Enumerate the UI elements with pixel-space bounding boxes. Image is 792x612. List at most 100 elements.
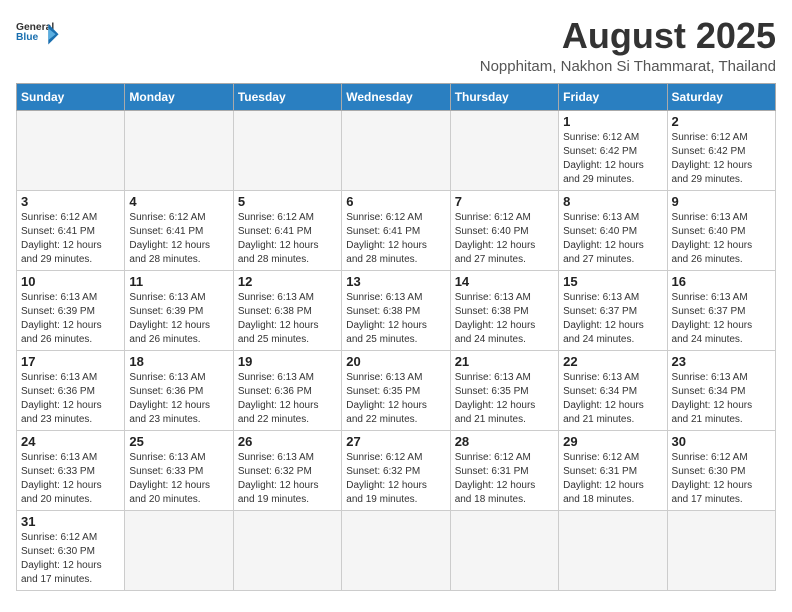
calendar-cell: 8 Sunrise: 6:13 AM Sunset: 6:40 PM Daylig… (559, 190, 667, 270)
day-info: Sunrise: 6:12 AM Sunset: 6:41 PM Dayligh… (21, 211, 120, 267)
day-number: 21 (455, 354, 554, 369)
day-info: Sunrise: 6:13 AM Sunset: 6:35 PM Dayligh… (455, 371, 554, 427)
day-info: Sunrise: 6:12 AM Sunset: 6:32 PM Dayligh… (346, 451, 445, 507)
calendar-cell: 31 Sunrise: 6:12 AM Sunset: 6:30 PM Dayli… (17, 510, 125, 590)
day-info: Sunrise: 6:13 AM Sunset: 6:34 PM Dayligh… (563, 371, 662, 427)
day-number: 11 (129, 274, 228, 289)
logo: General Blue (16, 16, 60, 46)
calendar-week-row: 31 Sunrise: 6:12 AM Sunset: 6:30 PM Dayli… (17, 510, 776, 590)
day-info: Sunrise: 6:13 AM Sunset: 6:38 PM Dayligh… (455, 291, 554, 347)
calendar-cell (125, 110, 233, 190)
day-info: Sunrise: 6:12 AM Sunset: 6:41 PM Dayligh… (346, 211, 445, 267)
calendar-cell: 1 Sunrise: 6:12 AM Sunset: 6:42 PM Daylig… (559, 110, 667, 190)
day-number: 14 (455, 274, 554, 289)
day-number: 20 (346, 354, 445, 369)
calendar-week-row: 24 Sunrise: 6:13 AM Sunset: 6:33 PM Dayli… (17, 430, 776, 510)
calendar-cell: 10Sunrise: 6:13 AM Sunset: 6:39 PM Dayli… (17, 270, 125, 350)
calendar-cell: 27Sunrise: 6:12 AM Sunset: 6:32 PM Dayli… (342, 430, 450, 510)
calendar-header-row: SundayMondayTuesdayWednesdayThursdayFrid… (17, 83, 776, 110)
day-info: Sunrise: 6:12 AM Sunset: 6:31 PM Dayligh… (455, 451, 554, 507)
day-info: Sunrise: 6:12 AM Sunset: 6:40 PM Dayligh… (455, 211, 554, 267)
calendar-cell (342, 510, 450, 590)
calendar-cell: 14 Sunrise: 6:13 AM Sunset: 6:38 PM Dayli… (450, 270, 558, 350)
calendar-cell: 7 Sunrise: 6:12 AM Sunset: 6:40 PM Daylig… (450, 190, 558, 270)
col-header-wednesday: Wednesday (342, 83, 450, 110)
day-number: 6 (346, 194, 445, 209)
col-header-sunday: Sunday (17, 83, 125, 110)
calendar-cell (450, 510, 558, 590)
month-year-title: August 2025 (480, 16, 776, 56)
day-info: Sunrise: 6:13 AM Sunset: 6:40 PM Dayligh… (563, 211, 662, 267)
calendar-cell: 17Sunrise: 6:13 AM Sunset: 6:36 PM Dayli… (17, 350, 125, 430)
calendar-cell: 9 Sunrise: 6:13 AM Sunset: 6:40 PM Daylig… (667, 190, 775, 270)
calendar-cell: 5Sunrise: 6:12 AM Sunset: 6:41 PM Daylig… (233, 190, 341, 270)
day-number: 1 (563, 114, 662, 129)
calendar-cell: 24 Sunrise: 6:13 AM Sunset: 6:33 PM Dayli… (17, 430, 125, 510)
day-info: Sunrise: 6:13 AM Sunset: 6:36 PM Dayligh… (129, 371, 228, 427)
day-info: Sunrise: 6:13 AM Sunset: 6:37 PM Dayligh… (672, 291, 771, 347)
page-header: General Blue August 2025 Nopphitam, Nakh… (16, 16, 776, 75)
day-number: 7 (455, 194, 554, 209)
day-number: 8 (563, 194, 662, 209)
calendar-cell: 16 Sunrise: 6:13 AM Sunset: 6:37 PM Dayli… (667, 270, 775, 350)
calendar-cell: 18 Sunrise: 6:13 AM Sunset: 6:36 PM Dayli… (125, 350, 233, 430)
day-number: 13 (346, 274, 445, 289)
calendar-cell (667, 510, 775, 590)
col-header-thursday: Thursday (450, 83, 558, 110)
day-number: 24 (21, 434, 120, 449)
day-info: Sunrise: 6:13 AM Sunset: 6:36 PM Dayligh… (21, 371, 120, 427)
day-info: Sunrise: 6:13 AM Sunset: 6:35 PM Dayligh… (346, 371, 445, 427)
calendar-table: SundayMondayTuesdayWednesdayThursdayFrid… (16, 83, 776, 591)
calendar-cell (233, 510, 341, 590)
calendar-cell: 29 Sunrise: 6:12 AM Sunset: 6:31 PM Dayli… (559, 430, 667, 510)
day-info: Sunrise: 6:13 AM Sunset: 6:39 PM Dayligh… (21, 291, 120, 347)
calendar-week-row: 17Sunrise: 6:13 AM Sunset: 6:36 PM Dayli… (17, 350, 776, 430)
calendar-cell: 20 Sunrise: 6:13 AM Sunset: 6:35 PM Dayli… (342, 350, 450, 430)
calendar-cell (125, 510, 233, 590)
day-number: 9 (672, 194, 771, 209)
title-area: August 2025 Nopphitam, Nakhon Si Thammar… (480, 16, 776, 75)
calendar-cell: 15 Sunrise: 6:13 AM Sunset: 6:37 PM Dayli… (559, 270, 667, 350)
day-number: 15 (563, 274, 662, 289)
day-number: 18 (129, 354, 228, 369)
calendar-cell: 21 Sunrise: 6:13 AM Sunset: 6:35 PM Dayli… (450, 350, 558, 430)
calendar-cell: 28 Sunrise: 6:12 AM Sunset: 6:31 PM Dayli… (450, 430, 558, 510)
day-number: 19 (238, 354, 337, 369)
calendar-cell (233, 110, 341, 190)
col-header-friday: Friday (559, 83, 667, 110)
calendar-cell: 6 Sunrise: 6:12 AM Sunset: 6:41 PM Daylig… (342, 190, 450, 270)
calendar-cell: 12Sunrise: 6:13 AM Sunset: 6:38 PM Dayli… (233, 270, 341, 350)
calendar-cell: 2Sunrise: 6:12 AM Sunset: 6:42 PM Daylig… (667, 110, 775, 190)
calendar-cell: 4Sunrise: 6:12 AM Sunset: 6:41 PM Daylig… (125, 190, 233, 270)
day-info: Sunrise: 6:12 AM Sunset: 6:30 PM Dayligh… (21, 531, 120, 587)
day-info: Sunrise: 6:13 AM Sunset: 6:33 PM Dayligh… (21, 451, 120, 507)
svg-text:Blue: Blue (16, 32, 39, 43)
calendar-cell (559, 510, 667, 590)
day-number: 29 (563, 434, 662, 449)
calendar-cell (342, 110, 450, 190)
day-info: Sunrise: 6:12 AM Sunset: 6:42 PM Dayligh… (563, 131, 662, 187)
col-header-tuesday: Tuesday (233, 83, 341, 110)
location-subtitle: Nopphitam, Nakhon Si Thammarat, Thailand (480, 58, 776, 75)
col-header-saturday: Saturday (667, 83, 775, 110)
day-info: Sunrise: 6:13 AM Sunset: 6:39 PM Dayligh… (129, 291, 228, 347)
calendar-week-row: 10Sunrise: 6:13 AM Sunset: 6:39 PM Dayli… (17, 270, 776, 350)
day-number: 28 (455, 434, 554, 449)
day-info: Sunrise: 6:13 AM Sunset: 6:37 PM Dayligh… (563, 291, 662, 347)
calendar-cell: 3 Sunrise: 6:12 AM Sunset: 6:41 PM Daylig… (17, 190, 125, 270)
day-info: Sunrise: 6:13 AM Sunset: 6:38 PM Dayligh… (346, 291, 445, 347)
col-header-monday: Monday (125, 83, 233, 110)
day-info: Sunrise: 6:12 AM Sunset: 6:41 PM Dayligh… (238, 211, 337, 267)
calendar-week-row: 3 Sunrise: 6:12 AM Sunset: 6:41 PM Daylig… (17, 190, 776, 270)
day-info: Sunrise: 6:13 AM Sunset: 6:32 PM Dayligh… (238, 451, 337, 507)
day-info: Sunrise: 6:12 AM Sunset: 6:31 PM Dayligh… (563, 451, 662, 507)
day-info: Sunrise: 6:12 AM Sunset: 6:30 PM Dayligh… (672, 451, 771, 507)
day-number: 31 (21, 514, 120, 529)
day-info: Sunrise: 6:12 AM Sunset: 6:42 PM Dayligh… (672, 131, 771, 187)
day-number: 22 (563, 354, 662, 369)
calendar-cell: 23Sunrise: 6:13 AM Sunset: 6:34 PM Dayli… (667, 350, 775, 430)
day-info: Sunrise: 6:13 AM Sunset: 6:40 PM Dayligh… (672, 211, 771, 267)
calendar-week-row: 1 Sunrise: 6:12 AM Sunset: 6:42 PM Daylig… (17, 110, 776, 190)
day-number: 3 (21, 194, 120, 209)
day-number: 16 (672, 274, 771, 289)
